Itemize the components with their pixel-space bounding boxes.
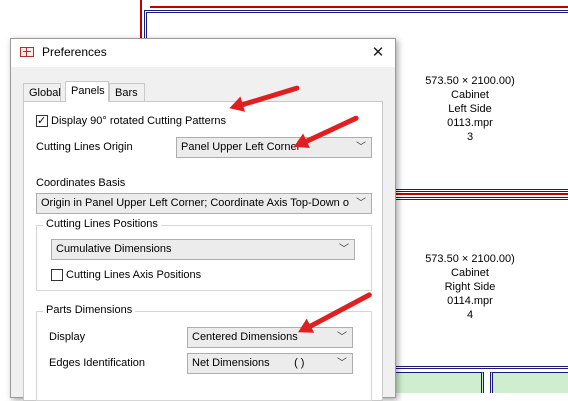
panel-side: Left Side (448, 103, 492, 115)
display-rotated-checkbox[interactable] (36, 113, 48, 129)
edges-identification-select[interactable]: Net Dimensions ( ) ﹀ (187, 353, 353, 374)
axis-positions-checkbox[interactable] (51, 269, 63, 282)
cutting-lines-positions-select[interactable]: Cumulative Dimensions ﹀ (51, 239, 355, 260)
panel-dims: 573.50 × 2100.00) (425, 253, 515, 265)
cutting-lines-origin-value: Panel Upper Left Corner (181, 141, 301, 153)
panel-name: Cabinet (451, 267, 489, 279)
app-icon (20, 47, 34, 57)
chevron-down-icon: ﹀ (339, 244, 349, 255)
display-rotated-option[interactable]: Display 90° rotated Cutting Patterns (36, 113, 226, 129)
coordinates-basis-value: Origin in Panel Upper Left Corner; Coord… (41, 197, 349, 209)
panel-label-left-side: 573.50 × 2100.00) Cabinet Left Side 0113… (390, 74, 550, 144)
panel-file: 0113.mpr (447, 117, 493, 129)
chevron-down-icon: ﹀ (337, 358, 347, 369)
tab-global[interactable]: Global (23, 83, 61, 101)
chevron-down-icon: ﹀ (356, 142, 366, 153)
dialog-title: Preferences (42, 45, 107, 59)
coordinates-basis-label: Coordinates Basis (36, 177, 126, 189)
group-title: Cutting Lines Positions (43, 218, 161, 230)
display-label: Display (49, 331, 86, 343)
cutting-lines-positions-group: Cutting Lines Positions Cumulative Dimen… (36, 218, 372, 291)
panel-file: 0114.mpr (447, 295, 493, 307)
close-button[interactable]: ✕ (361, 39, 395, 67)
preferences-dialog: Preferences ✕ Global Panels Bars Display… (10, 38, 396, 401)
coordinates-basis-select[interactable]: Origin in Panel Upper Left Corner; Coord… (36, 193, 372, 214)
axis-positions-option[interactable]: Cutting Lines Axis Positions (51, 267, 201, 283)
panel-part-small[interactable] (394, 372, 484, 393)
tab-bars[interactable]: Bars (109, 83, 145, 101)
panel-label-right-side: 573.50 × 2100.00) Cabinet Right Side 011… (390, 252, 550, 322)
panels-tab-page: Display 90° rotated Cutting Patterns Cut… (23, 101, 383, 401)
parts-dimensions-group: Parts Dimensions Display Centered Dimens… (36, 304, 372, 401)
cutting-lines-origin-label: Cutting Lines Origin (36, 141, 133, 153)
edges-identification-value: Net Dimensions ( ) (192, 357, 305, 369)
display-select[interactable]: Centered Dimensions ﹀ (187, 327, 353, 348)
panel-side: Right Side (444, 281, 496, 293)
edges-identification-label: Edges Identification (49, 357, 146, 369)
cutting-lines-origin-select[interactable]: Panel Upper Left Corner ﹀ (176, 137, 372, 158)
chevron-down-icon: ﹀ (356, 198, 366, 209)
panel-name: Cabinet (451, 89, 489, 101)
chevron-down-icon: ﹀ (337, 332, 347, 343)
display-rotated-label: Display 90° rotated Cutting Patterns (51, 115, 226, 127)
panel-count: 3 (466, 131, 474, 143)
cutting-lines-positions-value: Cumulative Dimensions (56, 243, 172, 255)
title-bar[interactable]: Preferences ✕ (11, 39, 395, 67)
panel-part-small[interactable] (490, 372, 568, 393)
panel-dims: 573.50 × 2100.00) (425, 75, 515, 87)
tab-panels[interactable]: Panels (65, 81, 109, 102)
group-title: Parts Dimensions (43, 304, 136, 316)
display-value: Centered Dimensions (192, 331, 298, 343)
cut-line (150, 6, 568, 8)
panel-count: 4 (466, 309, 474, 321)
axis-positions-label: Cutting Lines Axis Positions (66, 269, 202, 281)
